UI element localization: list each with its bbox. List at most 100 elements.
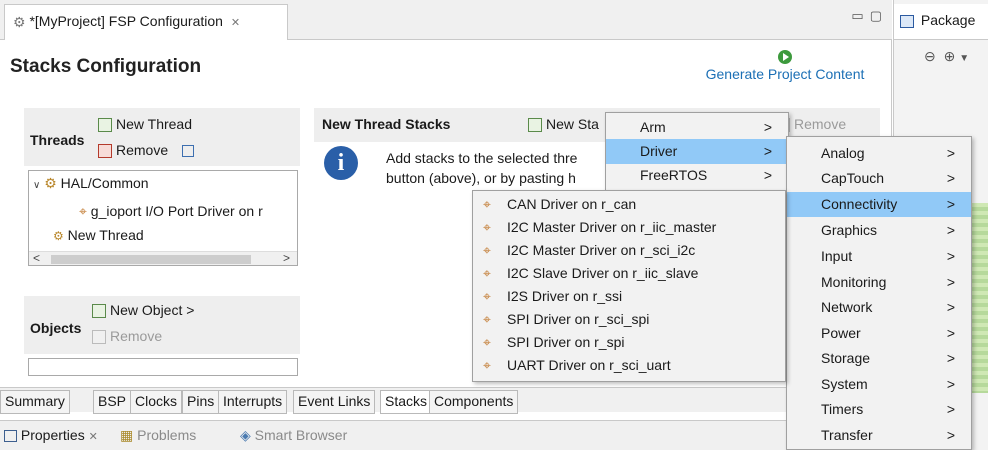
menu-item-power[interactable]: Power > [787,321,971,346]
tab-clocks[interactable]: Clocks [130,390,183,414]
remove-object-button[interactable]: Remove [92,328,163,345]
close-icon[interactable]: ✕ [89,431,98,443]
menu-item-storage[interactable]: Storage > [787,346,971,371]
smart-browser-icon: ◈ [240,427,251,443]
chevron-right-icon: > [946,145,955,161]
chevron-right-icon: > [946,274,955,290]
properties-icon [4,430,17,443]
tab-pins[interactable]: Pins [182,390,220,414]
maximize-icon[interactable]: ▢ [870,8,888,23]
new-object-button[interactable]: New Object > [92,302,195,319]
menu-item-graphics[interactable]: Graphics > [787,218,971,243]
horizontal-scrollbar[interactable]: < > [29,251,297,265]
menu-item-i2c-master-iic[interactable]: ⌖ I2C Master Driver on r_iic_master [473,215,785,240]
zoom-in-icon[interactable]: ⊕ [944,48,956,64]
close-icon[interactable]: ✕ [231,17,240,29]
smart-browser-label: Smart Browser [254,427,348,443]
menu-item-network[interactable]: Network > [787,295,971,320]
menu-item-freertos[interactable]: FreeRTOS > [606,163,788,188]
package-diagram-edge [972,203,988,393]
new-icon [528,118,542,133]
editor-page-tabs: Summary BSP Clocks Pins Interrupts Event… [0,387,892,414]
menu-item-monitoring[interactable]: Monitoring > [787,270,971,295]
menu-item-spi-rspi[interactable]: ⌖ SPI Driver on r_spi [473,330,785,355]
tab-interrupts[interactable]: Interrupts [218,390,288,414]
generate-project-content-button[interactable]: Generate Project Content [690,50,880,82]
chevron-down-icon[interactable]: ∨ [33,180,40,191]
tree-node-label: HAL/Common [60,175,149,191]
tree-node-g-ioport[interactable]: ⌖ g_ioport I/O Port Driver on r [79,203,263,220]
menu-item-analog[interactable]: Analog > [787,141,971,166]
menu-item-label: Power [821,325,861,341]
tab-components[interactable]: Components [429,390,519,414]
chevron-right-icon: > [946,170,955,186]
problems-icon: ▦ [120,427,134,443]
objects-tree [28,358,298,376]
menu-item-label: I2C Slave Driver on r_iic_slave [507,265,699,281]
tab-summary[interactable]: Summary [0,390,70,414]
scroll-right-icon[interactable]: > [283,251,290,265]
package-icon [900,14,914,28]
new-stack-button[interactable]: New Sta [528,116,599,133]
smart-browser-view-tab[interactable]: ◈ Smart Browser [240,427,347,444]
menu-item-label: Transfer [821,427,873,443]
new-icon [92,304,106,319]
scroll-left-icon[interactable]: < [33,251,40,265]
menu-item-label: SPI Driver on r_sci_spi [507,311,650,327]
folder-gear-icon: ⚙ [44,175,57,191]
menu-item-label: Analog [821,145,865,161]
collapse-all-icon[interactable] [182,145,195,158]
tab-stacks[interactable]: Stacks [380,390,433,414]
editor-tab[interactable]: ⚙ *[MyProject] FSP Configuration ✕ [4,4,288,40]
chevron-right-icon: > [946,427,955,443]
menu-item-i2s-driver[interactable]: ⌖ I2S Driver on r_ssi [473,284,785,309]
menu-item-captouch[interactable]: CapTouch > [787,166,971,191]
problems-label: Problems [137,427,197,443]
gear-icon: ⚙ [13,13,26,30]
menu-item-label: I2C Master Driver on r_iic_master [507,219,717,235]
new-thread-button[interactable]: New Thread [98,116,192,133]
menu-item-system[interactable]: System > [787,372,971,397]
tree-node-new-thread[interactable]: ⚙ New Thread [53,227,144,243]
menu-item-input[interactable]: Input > [787,244,971,269]
menu-item-label: CAN Driver on r_can [507,196,637,212]
menu-item-label: I2C Master Driver on r_sci_i2c [507,242,696,258]
chevron-right-icon: > [946,299,955,315]
menu-item-label: Arm [640,119,666,135]
editor-tab-title: *[MyProject] FSP Configuration [29,13,223,29]
dropdown-icon[interactable]: ▼ [959,53,969,64]
new-object-label: New Object > [110,302,195,318]
menu-item-spi-sci[interactable]: ⌖ SPI Driver on r_sci_spi [473,307,785,332]
minimize-icon[interactable]: ▭ [851,8,869,23]
remove-thread-label: Remove [116,142,169,158]
menu-item-label: Connectivity [821,196,898,212]
menu-item-transfer[interactable]: Transfer > [787,423,971,448]
menu-item-label: Input [821,248,853,264]
tab-event-links[interactable]: Event Links [293,390,376,414]
bottom-views-bar: Properties ✕ ▦ Problems ◈ Smart Browser [0,420,892,450]
problems-view-tab[interactable]: ▦ Problems [120,427,196,444]
menu-item-uart-driver[interactable]: ⌖ UART Driver on r_sci_uart [473,353,785,378]
menu-item-arm[interactable]: Arm > [606,115,788,140]
zoom-out-icon[interactable]: ⊖ [924,48,936,64]
remove-icon [98,144,112,159]
tree-node-hal-common[interactable]: ∨ ⚙ HAL/Common [33,175,149,192]
chevron-right-icon: > [946,376,955,392]
window-controls: ▭▢ [851,8,888,24]
menu-item-label: Monitoring [821,274,887,290]
chevron-right-icon: > [763,143,772,159]
menu-item-timers[interactable]: Timers > [787,397,971,422]
menu-item-label: Network [821,299,873,315]
remove-object-label: Remove [110,328,163,344]
package-view-tab[interactable]: Package [894,4,988,40]
scrollbar-thumb[interactable] [51,255,251,264]
properties-view-tab[interactable]: Properties ✕ [4,427,98,443]
menu-item-i2c-slave[interactable]: ⌖ I2C Slave Driver on r_iic_slave [473,261,785,286]
menu-item-driver[interactable]: Driver > [606,139,788,164]
remove-thread-button[interactable]: Remove [98,142,195,159]
tab-bsp[interactable]: BSP [93,390,132,414]
menu-item-can-driver[interactable]: ⌖ CAN Driver on r_can [473,192,785,217]
menu-item-i2c-master-sci[interactable]: ⌖ I2C Master Driver on r_sci_i2c [473,238,785,263]
menu-item-connectivity[interactable]: Connectivity > [787,192,971,217]
tree-node-label: g_ioport I/O Port Driver on r [90,203,263,219]
